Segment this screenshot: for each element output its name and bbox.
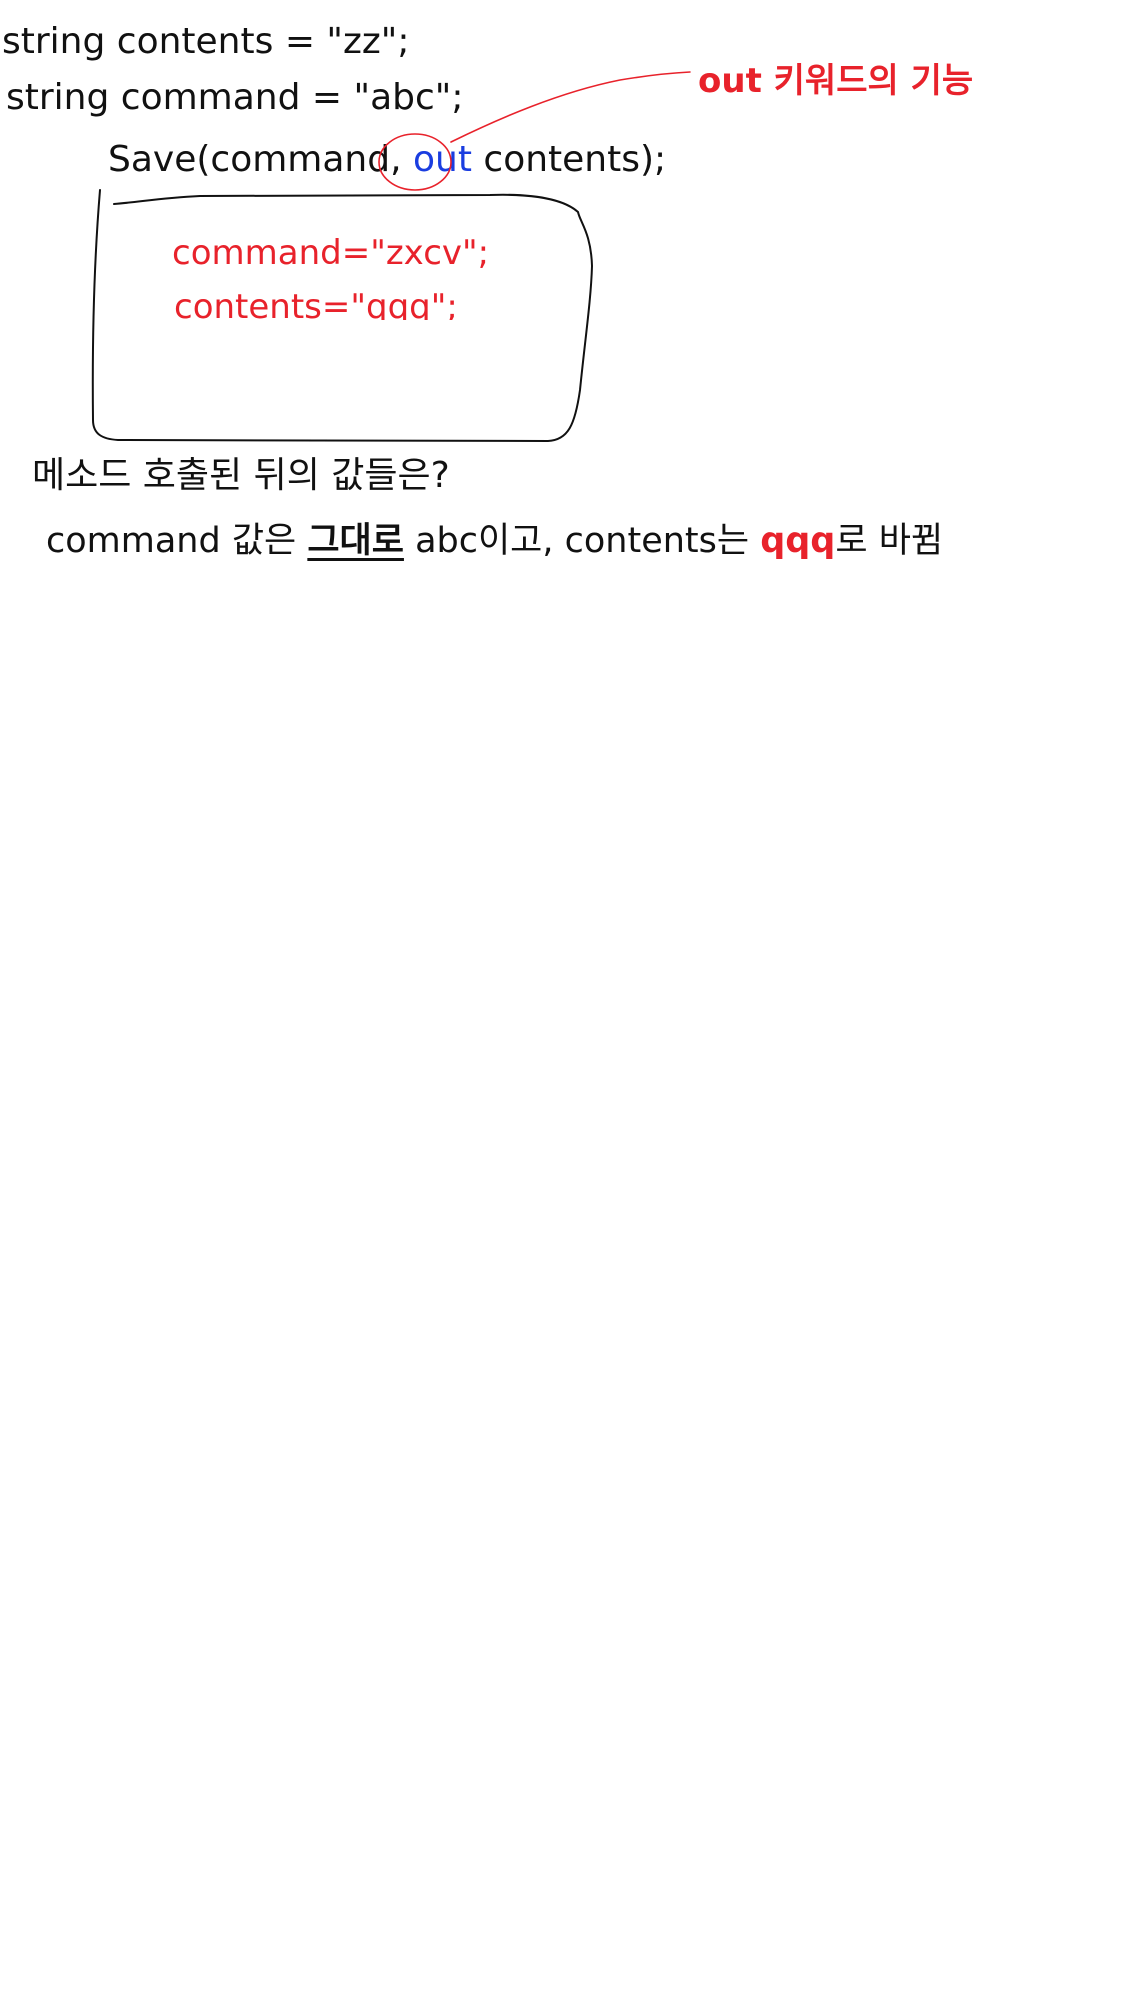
out-keyword: out xyxy=(412,139,472,180)
answer-part-2: abc이고, contents는 xyxy=(403,521,761,561)
save-call-prefix: Save(command, xyxy=(108,139,413,180)
answer-highlight: qqq xyxy=(760,521,836,561)
answer-part-1: command 값은 xyxy=(46,521,308,561)
whiteboard-canvas: string contents = "zz"; string command =… xyxy=(0,0,1126,2000)
method-body-line-contents: contents="qqq"; xyxy=(174,290,458,320)
code-line-command: string command = "abc"; xyxy=(6,77,464,118)
question-text: 메소드 호출된 뒤의 값들은? xyxy=(32,455,450,496)
answer-part-3: 로 바뀜 xyxy=(835,521,944,561)
hand-drawn-strokes xyxy=(91,71,691,443)
method-body-line-command: command="zxcv"; xyxy=(172,233,490,273)
answer-emphasis: 그대로 xyxy=(307,521,404,561)
answer-text: command 값은 그대로 abc이고, contents는 qqq로 바뀜 xyxy=(46,524,943,559)
annotation-connector-line xyxy=(450,71,691,143)
code-line-save-call: Save(command, out contents); xyxy=(108,142,666,178)
save-call-suffix: contents); xyxy=(471,139,667,180)
code-line-contents: string contents = "zz"; xyxy=(2,21,410,62)
annotation-label: out 키워드의 기능 xyxy=(698,61,974,101)
